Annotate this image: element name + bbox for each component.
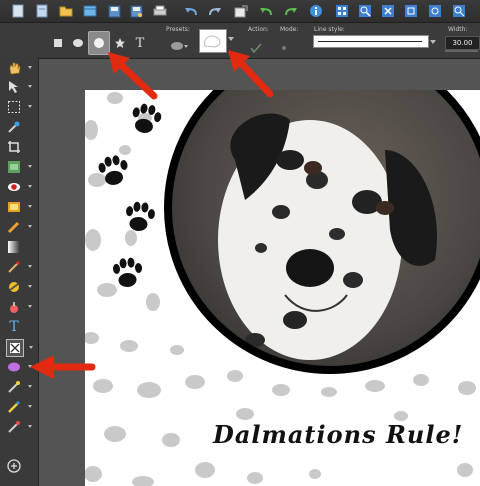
line-style-select[interactable] (313, 35, 429, 48)
open-folder-icon[interactable] (58, 3, 74, 19)
crop-tool-icon[interactable] (6, 139, 22, 155)
text-tool-icon[interactable]: T (6, 319, 22, 335)
makeover-tool-icon[interactable] (6, 199, 32, 215)
red-eye-tool-icon[interactable] (6, 179, 32, 195)
presets-label: Presets: (166, 26, 190, 33)
action-label: Action: (248, 26, 269, 33)
zoom-in-icon[interactable] (357, 3, 373, 19)
redo-green-icon[interactable] (283, 3, 299, 19)
line-style-preview (318, 41, 422, 42)
mode-label: Mode: (280, 26, 299, 33)
dog-photo-circle[interactable] (155, 90, 480, 380)
tools-palette: T (0, 58, 39, 486)
pan-tool-icon[interactable] (6, 60, 32, 76)
dropper-tool-icon[interactable] (6, 119, 22, 135)
fill-tool-icon[interactable] (6, 299, 32, 315)
color-replacer-tool-icon[interactable] (6, 399, 32, 415)
line-style-dropdown-arrow[interactable] (430, 40, 436, 44)
width-input[interactable]: 30.00 (445, 36, 480, 50)
pick-tool-icon[interactable] (6, 79, 32, 95)
zoom-tool-icon[interactable] (451, 3, 467, 19)
selection-tool-icon[interactable] (6, 99, 32, 115)
width-label: Width: (448, 26, 468, 33)
save-as-icon[interactable] (128, 3, 144, 19)
presets-dropdown[interactable] (170, 37, 188, 50)
gradient-tool-icon[interactable] (6, 239, 22, 255)
browse-icon[interactable] (82, 3, 98, 19)
annotation-arrow-preset (228, 50, 274, 98)
print-icon[interactable] (152, 3, 168, 19)
swatch-dropdown-arrow[interactable] (228, 37, 234, 41)
redo-icon[interactable] (207, 3, 223, 19)
zoom-grid-icon[interactable] (334, 3, 350, 19)
add-tool-icon[interactable] (6, 458, 22, 474)
paw-prints (98, 103, 162, 287)
new-document-icon[interactable] (10, 3, 26, 19)
text-shape-icon[interactable]: T (132, 35, 148, 51)
width-slider[interactable] (445, 50, 478, 52)
paint-brush-tool-icon[interactable] (6, 259, 32, 275)
ellipse-tool-icon[interactable] (6, 359, 32, 375)
new-from-template-icon[interactable] (34, 3, 50, 19)
paw-print-3 (126, 201, 155, 231)
document-canvas[interactable]: Dalmations Rule! (85, 90, 480, 486)
clone-tool-icon[interactable] (6, 219, 32, 235)
undo-green-icon[interactable] (258, 3, 274, 19)
annotation-arrow-tool (30, 355, 96, 379)
ellipse-shape-icon[interactable] (70, 35, 86, 51)
main-toolbar (0, 0, 480, 23)
star-shape-icon[interactable] (112, 35, 128, 51)
image-cut-icon[interactable] (233, 3, 249, 19)
canvas-caption-text[interactable]: Dalmations Rule! (213, 420, 463, 449)
preset-shape-tool-icon[interactable] (6, 339, 33, 357)
info-icon[interactable] (308, 3, 324, 19)
mode-dropdown[interactable] (280, 39, 290, 50)
line-style-label: Line style: (314, 26, 345, 33)
lighten-darken-tool-icon[interactable] (6, 279, 32, 295)
save-icon[interactable] (106, 3, 122, 19)
undo-icon[interactable] (183, 3, 199, 19)
paw-print-4 (113, 257, 143, 287)
rectangle-shape-icon[interactable] (50, 35, 66, 51)
zoom-out-icon[interactable] (380, 3, 396, 19)
dodge-tool-icon[interactable] (6, 379, 32, 395)
eraser-tool-icon[interactable] (6, 419, 32, 435)
fit-icon[interactable] (403, 3, 419, 19)
actual-size-icon[interactable] (427, 3, 443, 19)
straighten-tool-icon[interactable] (6, 159, 32, 175)
annotation-arrow-shape (108, 52, 158, 100)
